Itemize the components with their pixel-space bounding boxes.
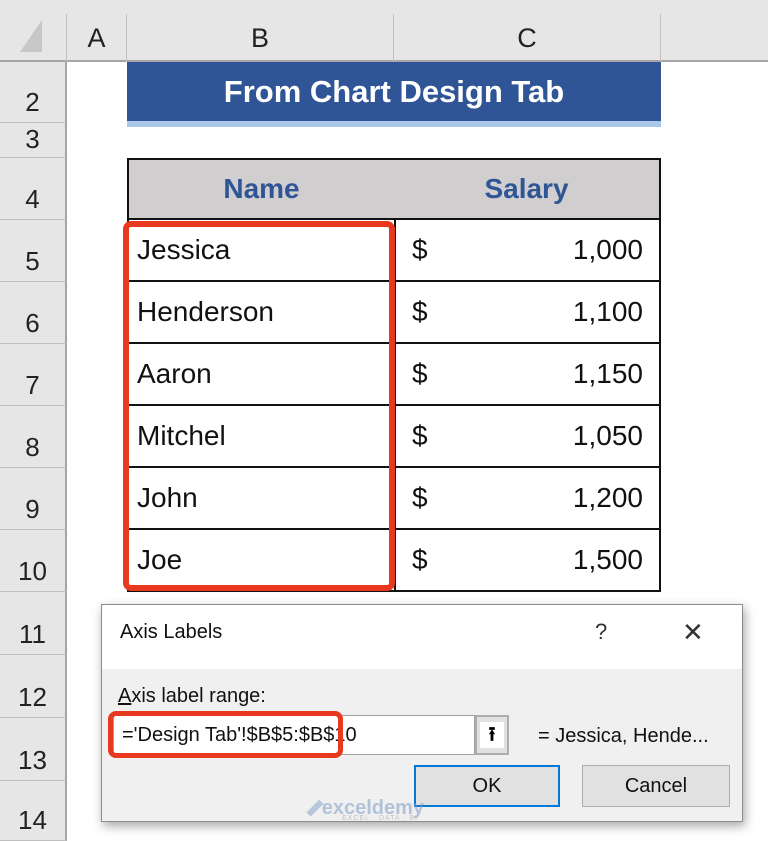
salary-cell[interactable]: $1,100 <box>394 282 661 344</box>
currency-symbol: $ <box>412 296 428 327</box>
ok-button[interactable]: OK <box>414 765 560 807</box>
salary-cell[interactable]: $1,500 <box>394 530 661 592</box>
dialog-title: Axis Labels <box>120 621 223 643</box>
watermark-subtext: EXCEL · DATA · BI <box>342 815 418 822</box>
currency-symbol: $ <box>412 544 428 575</box>
row-header-6[interactable]: 6 <box>0 282 67 344</box>
salary-value: 1,150 <box>572 358 643 389</box>
row-header-11[interactable]: 11 <box>0 592 67 655</box>
row-header-3[interactable]: 3 <box>0 123 67 158</box>
table-header-salary[interactable]: Salary <box>394 158 661 220</box>
range-preview-text: = Jessica, Hende... <box>538 725 709 747</box>
range-input-highlight <box>108 711 343 758</box>
names-range-highlight <box>123 221 395 591</box>
table-header-name[interactable]: Name <box>127 158 396 220</box>
salary-value: 1,200 <box>572 482 643 513</box>
column-header-c[interactable]: C <box>394 14 661 62</box>
close-icon[interactable]: ✕ <box>682 617 704 648</box>
salary-value: 1,500 <box>572 544 643 575</box>
row-header-12[interactable]: 12 <box>0 655 67 718</box>
salary-cell[interactable]: $1,150 <box>394 344 661 406</box>
salary-cell[interactable]: $1,200 <box>394 468 661 530</box>
salary-value: 1,100 <box>572 296 643 327</box>
title-underline <box>127 121 661 127</box>
column-header-b[interactable]: B <box>127 14 394 62</box>
row-header-4[interactable]: 4 <box>0 158 67 220</box>
currency-symbol: $ <box>412 358 428 389</box>
upload-arrow-icon: ⭱ <box>480 722 504 748</box>
axis-label-range-label: Axis label range: <box>118 685 266 708</box>
watermark: exceldemy EXCEL · DATA · BI <box>306 793 424 823</box>
row-header-2[interactable]: 2 <box>0 62 67 123</box>
row-header-10[interactable]: 10 <box>0 530 67 592</box>
row-header-7[interactable]: 7 <box>0 344 67 406</box>
label-text: xis label range: <box>131 685 266 707</box>
column-header-a[interactable]: A <box>67 14 127 62</box>
currency-symbol: $ <box>412 482 428 513</box>
salary-value: 1,050 <box>572 420 643 451</box>
row-header-14[interactable]: 14 <box>0 781 67 841</box>
help-icon[interactable]: ? <box>595 619 607 645</box>
row-header-5[interactable]: 5 <box>0 220 67 282</box>
currency-symbol: $ <box>412 234 428 265</box>
cancel-button[interactable]: Cancel <box>582 765 730 807</box>
salary-value: 1,000 <box>572 234 643 265</box>
exceldemy-logo-icon <box>306 799 324 817</box>
row-header-8[interactable]: 8 <box>0 406 67 468</box>
salary-cell[interactable]: $1,050 <box>394 406 661 468</box>
row-header-9[interactable]: 9 <box>0 468 67 530</box>
axis-labels-dialog: Axis Labels ? ✕ Axis label range: ='Desi… <box>101 604 743 822</box>
row-header-13[interactable]: 13 <box>0 718 67 781</box>
accelerator-key: A <box>118 685 132 707</box>
currency-symbol: $ <box>412 420 428 451</box>
sheet-title-cell[interactable]: From Chart Design Tab <box>127 62 661 122</box>
salary-cell[interactable]: $1,000 <box>394 220 661 282</box>
collapse-dialog-button[interactable]: ⭱ <box>475 715 509 755</box>
select-all-triangle-icon <box>20 20 42 52</box>
